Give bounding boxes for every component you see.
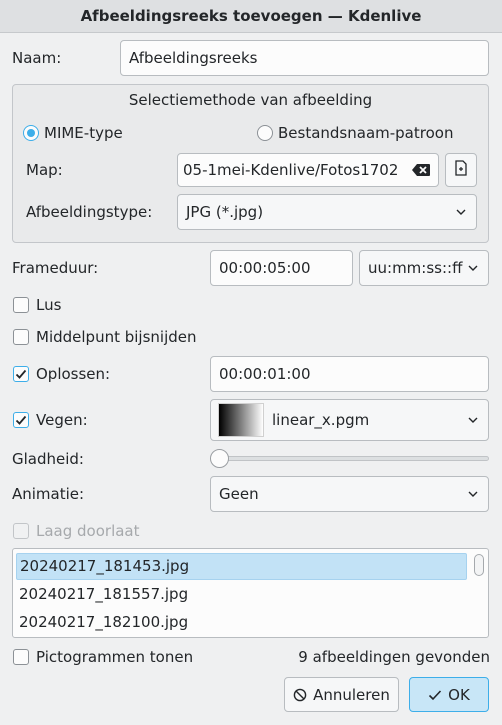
alpha-label: Laag doorlaat xyxy=(36,522,140,540)
show-thumbnails-label[interactable]: Pictogrammen tonen xyxy=(36,647,193,667)
folder-browse-button[interactable] xyxy=(445,153,477,187)
softness-label: Gladheid: xyxy=(12,450,84,468)
name-input-value: Afbeeldingsreeks xyxy=(129,49,258,67)
image-file-list[interactable]: 20240217_181453.jpg 20240217_181557.jpg … xyxy=(12,548,489,638)
dissolve-duration-input[interactable]: 00:00:01:00 xyxy=(210,356,489,392)
wipe-file-value: linear_x.pgm xyxy=(272,411,370,429)
loop-checkbox[interactable] xyxy=(13,297,29,313)
cancel-button[interactable]: Annuleren xyxy=(284,677,399,712)
center-crop-label[interactable]: Middelpunt bijsnijden xyxy=(36,327,197,347)
ok-button[interactable]: OK xyxy=(409,677,489,712)
chevron-down-icon xyxy=(468,417,478,423)
folder-input-value: 05-1mei-Kdenlive/Fotos1702 xyxy=(183,161,399,179)
checkmark-icon xyxy=(15,415,27,425)
frame-duration-input[interactable]: 00:00:05:00 xyxy=(210,250,353,286)
frame-duration-label: Frameduur: xyxy=(12,259,99,277)
dissolve-duration-value: 00:00:01:00 xyxy=(219,365,311,383)
animation-label: Animatie: xyxy=(12,485,85,503)
animation-combo[interactable]: Geen xyxy=(210,476,489,512)
time-format-combo[interactable]: uu:mm:ss::ff xyxy=(359,250,489,286)
list-item[interactable]: 20240217_181453.jpg xyxy=(16,553,467,580)
show-thumbnails-checkbox[interactable] xyxy=(13,649,29,665)
images-found-status: 9 afbeeldingen gevonden xyxy=(298,648,490,666)
mime-type-label[interactable]: MIME-type xyxy=(44,123,123,143)
frame-duration-value: 00:00:05:00 xyxy=(219,259,311,277)
image-type-combo[interactable]: JPG (*.jpg) xyxy=(177,194,477,230)
name-label: Naam: xyxy=(12,49,62,67)
window-title: Afbeeldingsreeks toevoegen — Kdenlive xyxy=(0,0,502,33)
image-type-value: JPG (*.jpg) xyxy=(186,203,264,221)
list-scrollbar[interactable] xyxy=(474,554,484,576)
filename-pattern-radio[interactable] xyxy=(257,125,273,141)
mime-type-radio[interactable] xyxy=(23,125,39,141)
ok-button-label: OK xyxy=(448,685,470,704)
wipe-label[interactable]: Vegen: xyxy=(36,410,88,430)
selection-method-title: Selectiemethode van afbeelding xyxy=(128,91,373,109)
dissolve-checkbox[interactable] xyxy=(13,366,29,382)
filename-pattern-label[interactable]: Bestandsnaam-patroon xyxy=(278,123,453,143)
wipe-gradient-preview xyxy=(218,403,264,437)
chevron-down-icon xyxy=(468,265,478,271)
list-item[interactable]: 20240217_181557.jpg xyxy=(16,581,467,608)
chevron-down-icon xyxy=(468,491,478,497)
wipe-checkbox[interactable] xyxy=(13,412,29,428)
name-input[interactable]: Afbeeldingsreeks xyxy=(120,40,489,76)
folder-label: Map: xyxy=(26,161,63,179)
center-crop-checkbox[interactable] xyxy=(13,329,29,345)
time-format-value: uu:mm:ss::ff xyxy=(368,259,463,277)
loop-label[interactable]: Lus xyxy=(36,295,61,315)
softness-slider-handle[interactable] xyxy=(210,449,229,468)
list-item[interactable]: 20240217_182100.jpg xyxy=(16,609,467,636)
animation-value: Geen xyxy=(219,485,259,503)
folder-input[interactable]: 05-1mei-Kdenlive/Fotos1702 xyxy=(177,153,439,187)
alpha-checkbox xyxy=(13,523,29,539)
dissolve-label[interactable]: Oplossen: xyxy=(36,364,110,384)
cancel-icon xyxy=(293,688,307,701)
wipe-file-combo[interactable]: linear_x.pgm xyxy=(210,399,489,441)
file-open-icon xyxy=(454,160,468,180)
chevron-down-icon xyxy=(456,209,466,215)
softness-slider[interactable] xyxy=(212,456,489,461)
checkmark-icon xyxy=(15,369,27,379)
cancel-button-label: Annuleren xyxy=(313,685,390,704)
checkmark-icon xyxy=(429,689,442,700)
image-type-label: Afbeeldingstype: xyxy=(26,203,153,221)
backspace-icon[interactable] xyxy=(411,163,431,177)
